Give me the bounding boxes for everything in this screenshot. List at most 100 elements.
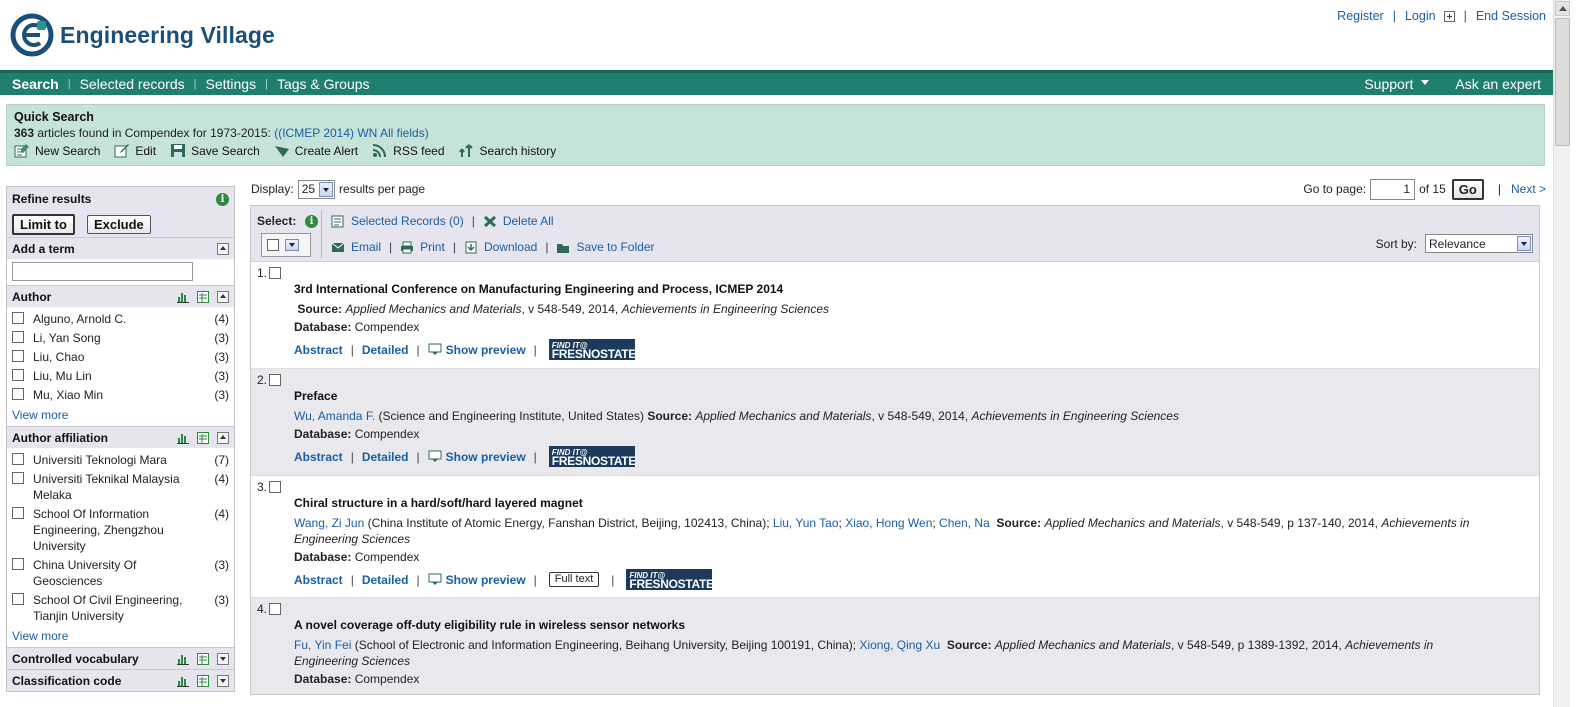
save-search-button[interactable]: Save Search xyxy=(170,143,260,158)
collapse-icon[interactable] xyxy=(217,242,229,255)
result-title[interactable]: Preface xyxy=(294,389,1539,403)
facet-item[interactable]: Mu, Xiao Min (3) xyxy=(12,387,229,403)
affiliation-view-more-link[interactable]: View more xyxy=(7,627,234,647)
facet-item[interactable]: Liu, Chao (3) xyxy=(12,349,229,365)
select-all-checkbox[interactable] xyxy=(267,239,279,251)
abstract-link[interactable]: Abstract xyxy=(294,573,343,587)
chevron-down-icon[interactable] xyxy=(285,239,299,251)
select-all-dropdown[interactable] xyxy=(261,233,311,257)
author-link[interactable]: Xiao, Hong Wen xyxy=(845,516,932,530)
result-title[interactable]: Chiral structure in a hard/soft/hard lay… xyxy=(294,496,1539,510)
show-preview-link[interactable]: Show preview xyxy=(446,450,526,464)
login-link[interactable]: Login xyxy=(1405,9,1436,23)
result-title[interactable]: A novel coverage off-duty eligibility ru… xyxy=(294,618,1539,632)
search-query-link[interactable]: ((ICMEP 2014) WN All fields) xyxy=(274,126,428,140)
author-link[interactable]: Liu, Yun Tao xyxy=(773,516,839,530)
author-link[interactable]: Chen, Na xyxy=(939,516,990,530)
bar-chart-icon[interactable] xyxy=(177,653,189,665)
download-link[interactable]: Download xyxy=(464,240,537,254)
print-link[interactable]: Print xyxy=(400,240,445,254)
go-button[interactable]: Go xyxy=(1451,178,1484,200)
bar-chart-icon[interactable] xyxy=(177,432,189,444)
nav-support[interactable]: Support xyxy=(1364,76,1413,92)
scroll-thumb[interactable] xyxy=(1555,18,1570,146)
result-title[interactable]: 3rd International Conference on Manufact… xyxy=(294,282,1539,296)
nav-settings[interactable]: Settings xyxy=(205,76,256,92)
email-link[interactable]: Email xyxy=(331,240,381,254)
facet-item[interactable]: Universiti Teknikal Malaysia Melaka (4) xyxy=(12,471,229,503)
controlled-vocabulary-header[interactable]: Controlled vocabulary xyxy=(7,647,234,669)
collapse-icon[interactable] xyxy=(217,290,229,303)
export-icon[interactable] xyxy=(197,431,209,444)
author-link[interactable]: Fu, Yin Fei xyxy=(294,638,351,652)
register-link[interactable]: Register xyxy=(1337,9,1384,23)
collapse-icon[interactable] xyxy=(217,431,229,444)
classification-code-header[interactable]: Classification code xyxy=(7,669,234,691)
create-alert-button[interactable]: Create Alert xyxy=(274,143,358,158)
result-checkbox[interactable] xyxy=(269,374,282,386)
export-icon[interactable] xyxy=(197,674,209,687)
results-per-page-select[interactable]: 25 xyxy=(297,179,336,199)
delete-all-link[interactable]: Delete All xyxy=(483,214,554,228)
rss-feed-button[interactable]: RSS feed xyxy=(372,143,445,158)
search-history-button[interactable]: Search history xyxy=(458,143,556,158)
chevron-down-icon[interactable] xyxy=(1421,79,1430,85)
result-checkbox[interactable] xyxy=(269,603,282,615)
selected-records-link[interactable]: Selected Records (0) xyxy=(331,214,464,228)
detailed-link[interactable]: Detailed xyxy=(362,343,409,357)
bar-chart-icon[interactable] xyxy=(177,291,189,303)
abstract-link[interactable]: Abstract xyxy=(294,343,343,357)
detailed-link[interactable]: Detailed xyxy=(362,573,409,587)
add-term-input[interactable] xyxy=(12,262,193,281)
save-to-folder-link[interactable]: Save to Folder xyxy=(556,240,655,254)
expand-login-icon[interactable] xyxy=(1443,10,1455,22)
show-preview-link[interactable]: Show preview xyxy=(446,343,526,357)
facet-checkbox[interactable] xyxy=(12,453,24,465)
facet-item[interactable]: Universiti Teknologi Mara (7) xyxy=(12,452,229,468)
facet-checkbox[interactable] xyxy=(12,558,24,570)
sort-select[interactable]: Relevance xyxy=(1425,234,1533,253)
facet-checkbox[interactable] xyxy=(12,507,24,519)
limit-to-button[interactable]: Limit to xyxy=(12,213,75,235)
result-checkbox[interactable] xyxy=(269,481,282,493)
facet-checkbox[interactable] xyxy=(12,331,24,343)
facet-item[interactable]: School Of Information Engineering, Zheng… xyxy=(12,506,229,554)
author-link[interactable]: Wu, Amanda F. xyxy=(294,409,375,423)
goto-page-input[interactable]: 1 xyxy=(1370,178,1416,200)
bar-chart-icon[interactable] xyxy=(177,675,189,687)
expand-icon[interactable] xyxy=(217,652,229,665)
show-preview-link[interactable]: Show preview xyxy=(446,573,526,587)
facet-checkbox[interactable] xyxy=(12,312,24,324)
end-session-link[interactable]: End Session xyxy=(1476,9,1546,23)
author-view-more-link[interactable]: View more xyxy=(7,406,234,426)
edit-button[interactable]: Edit xyxy=(114,143,156,158)
nav-search[interactable]: Search xyxy=(12,76,59,92)
detailed-link[interactable]: Detailed xyxy=(362,450,409,464)
info-icon[interactable]: i xyxy=(305,215,318,228)
exclude-button[interactable]: Exclude xyxy=(86,214,151,234)
facet-item[interactable]: School Of Civil Engineering, Tianjin Uni… xyxy=(12,592,229,624)
logo[interactable]: Engineering Village xyxy=(10,13,275,57)
facet-checkbox[interactable] xyxy=(12,350,24,362)
next-page-link[interactable]: Next > xyxy=(1511,182,1546,196)
facet-checkbox[interactable] xyxy=(12,388,24,400)
author-link[interactable]: Xiong, Qing Xu xyxy=(859,638,940,652)
expand-icon[interactable] xyxy=(217,674,229,687)
export-icon[interactable] xyxy=(197,652,209,665)
info-icon[interactable]: i xyxy=(216,192,229,206)
find-it-fresno-state-button[interactable]: FIND IT@ FRESNOSTATE xyxy=(548,446,636,467)
facet-checkbox[interactable] xyxy=(12,472,24,484)
author-link[interactable]: Wang, Zi Jun xyxy=(294,516,364,530)
find-it-fresno-state-button[interactable]: FIND IT@ FRESNOSTATE xyxy=(626,569,714,590)
page-scrollbar[interactable] xyxy=(1553,0,1570,707)
facet-checkbox[interactable] xyxy=(12,369,24,381)
facet-item[interactable]: Li, Yan Song (3) xyxy=(12,330,229,346)
nav-ask-expert[interactable]: Ask an expert xyxy=(1455,76,1541,92)
facet-item[interactable]: China University Of Geosciences (3) xyxy=(12,557,229,589)
scroll-up-icon[interactable] xyxy=(1555,1,1570,16)
result-checkbox[interactable] xyxy=(269,267,282,279)
facet-item[interactable]: Liu, Mu Lin (3) xyxy=(12,368,229,384)
new-search-button[interactable]: New Search xyxy=(14,143,100,158)
nav-selected-records[interactable]: Selected records xyxy=(80,76,185,92)
abstract-link[interactable]: Abstract xyxy=(294,450,343,464)
